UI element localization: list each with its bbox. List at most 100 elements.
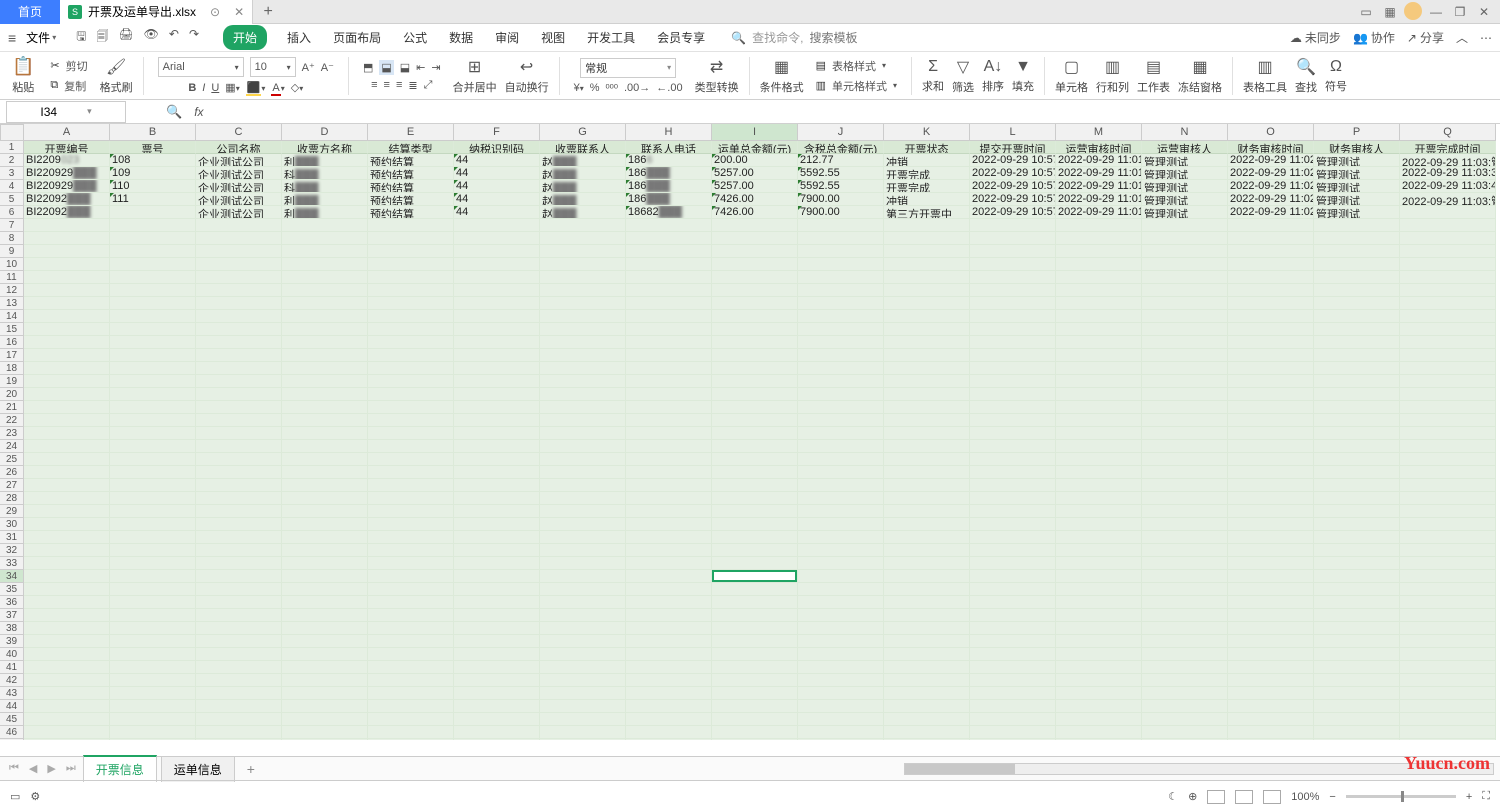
cell[interactable] (884, 271, 970, 284)
inc-decimal-icon[interactable]: .00→ (624, 82, 650, 94)
cell[interactable] (970, 544, 1056, 557)
row-header[interactable]: 40 (0, 648, 24, 661)
cell[interactable] (798, 258, 884, 271)
cell[interactable] (454, 453, 540, 466)
status-settings-icon[interactable]: ⚙ (30, 790, 40, 803)
row-header[interactable]: 30 (0, 518, 24, 531)
cell[interactable] (368, 375, 454, 388)
cell[interactable] (196, 245, 282, 258)
cell[interactable] (798, 453, 884, 466)
cell[interactable] (884, 713, 970, 726)
row-header[interactable]: 46 (0, 726, 24, 739)
cell[interactable]: 18682███ (626, 206, 712, 219)
cell[interactable] (454, 544, 540, 557)
cell[interactable] (712, 674, 798, 687)
cell[interactable] (1400, 440, 1496, 453)
cell[interactable] (454, 622, 540, 635)
filter-icon[interactable]: ▽ (957, 57, 969, 77)
cell[interactable] (1400, 518, 1496, 531)
cell[interactable] (282, 375, 368, 388)
row-header[interactable]: 36 (0, 596, 24, 609)
cell[interactable] (712, 284, 798, 297)
merge-icon[interactable]: ⊞ (468, 57, 481, 77)
cell[interactable] (1314, 583, 1400, 596)
cell[interactable] (196, 726, 282, 739)
cell[interactable] (1314, 726, 1400, 739)
cell[interactable] (196, 336, 282, 349)
cell[interactable] (1142, 609, 1228, 622)
col-header-H[interactable]: H (626, 124, 712, 141)
col-header-F[interactable]: F (454, 124, 540, 141)
cell[interactable] (1400, 323, 1496, 336)
cell[interactable] (884, 388, 970, 401)
cell[interactable] (884, 219, 970, 232)
cell[interactable] (1142, 570, 1228, 583)
cell[interactable] (196, 479, 282, 492)
row-header[interactable]: 29 (0, 505, 24, 518)
cell[interactable]: 运单总金额(元) (712, 141, 798, 154)
cell[interactable] (196, 232, 282, 245)
cell[interactable] (712, 596, 798, 609)
cell[interactable]: 2022-09-29 11:03:管 (1400, 193, 1496, 206)
row-header[interactable]: 35 (0, 583, 24, 596)
cell[interactable] (454, 427, 540, 440)
rowcol-icon[interactable]: ▥ (1105, 57, 1120, 77)
cell[interactable] (1056, 427, 1142, 440)
cell[interactable] (540, 362, 626, 375)
cell[interactable] (368, 232, 454, 245)
currency-icon[interactable]: ¥▾ (574, 82, 584, 94)
cell[interactable] (24, 570, 110, 583)
select-all-corner[interactable] (0, 124, 24, 141)
cell[interactable] (798, 362, 884, 375)
cell[interactable]: 纳税识别码 (454, 141, 540, 154)
cell[interactable] (884, 258, 970, 271)
row-header[interactable]: 9 (0, 245, 24, 258)
cell[interactable] (1228, 401, 1314, 414)
cell[interactable] (368, 401, 454, 414)
cell[interactable] (712, 648, 798, 661)
sheet-tab-other[interactable]: 运单信息 (161, 756, 235, 782)
cell[interactable] (454, 596, 540, 609)
cell[interactable]: 2022-09-29 10:57: (970, 154, 1056, 167)
cell[interactable] (884, 232, 970, 245)
cell[interactable] (110, 635, 196, 648)
cell[interactable] (24, 440, 110, 453)
cell[interactable] (196, 297, 282, 310)
cell[interactable]: 2022-09-29 11:03:管 (1400, 154, 1496, 167)
orientation-icon[interactable]: ⤢ (424, 79, 433, 92)
cell[interactable] (1056, 466, 1142, 479)
cell[interactable] (1400, 505, 1496, 518)
cell[interactable] (110, 427, 196, 440)
bold-icon[interactable]: B (188, 82, 196, 94)
cell[interactable] (712, 726, 798, 739)
zoom-combo-icon[interactable]: 🔍 (166, 104, 182, 120)
cell[interactable] (1400, 479, 1496, 492)
cell[interactable] (626, 531, 712, 544)
cell[interactable] (626, 453, 712, 466)
cell[interactable] (24, 518, 110, 531)
cell[interactable]: 7900.00 (798, 206, 884, 219)
cell[interactable] (798, 375, 884, 388)
cell[interactable] (626, 310, 712, 323)
cell[interactable] (110, 505, 196, 518)
cell[interactable] (712, 609, 798, 622)
row-header[interactable]: 8 (0, 232, 24, 245)
tab-formula[interactable]: 公式 (401, 25, 429, 50)
cell[interactable] (1142, 518, 1228, 531)
cell[interactable] (970, 518, 1056, 531)
cell[interactable] (282, 427, 368, 440)
clear-format-icon[interactable]: ◇▾ (291, 81, 303, 94)
cell[interactable] (1314, 505, 1400, 518)
cell[interactable] (24, 297, 110, 310)
sync-status[interactable]: ☁ 未同步 (1290, 29, 1341, 46)
cell[interactable] (1142, 440, 1228, 453)
cell[interactable]: 2022-09-29 11:03:38 (1400, 167, 1496, 180)
cell[interactable] (1314, 687, 1400, 700)
cell[interactable] (1056, 518, 1142, 531)
cell[interactable] (540, 713, 626, 726)
row-header[interactable]: 1 (0, 141, 24, 154)
cell[interactable] (282, 635, 368, 648)
cell[interactable] (110, 258, 196, 271)
cell[interactable] (884, 297, 970, 310)
cell[interactable] (282, 258, 368, 271)
